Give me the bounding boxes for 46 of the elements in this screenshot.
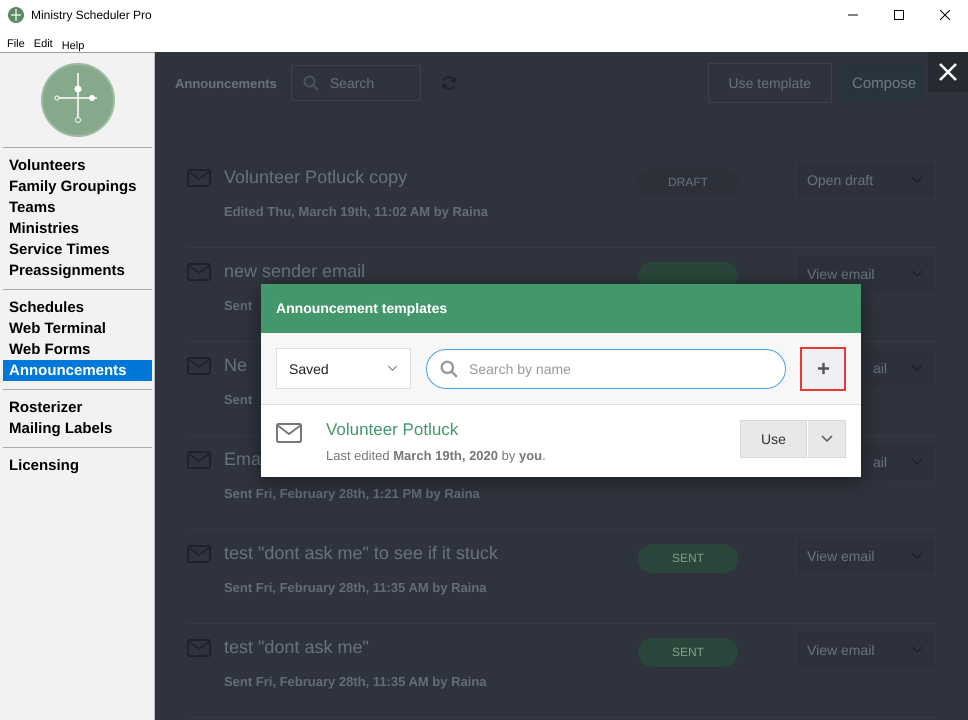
page-title: Announcements <box>175 76 277 90</box>
sidebar-item[interactable]: Rosterizer <box>3 397 152 418</box>
status-badge: SENT <box>638 638 738 667</box>
close-overlay-button[interactable] <box>928 52 968 92</box>
close-icon <box>938 62 958 82</box>
status-badge: SENT <box>638 544 738 573</box>
sidebar-item[interactable]: Licensing <box>3 455 152 476</box>
menu-item[interactable]: File <box>7 38 25 50</box>
sidebar-item[interactable]: Schedules <box>3 297 152 318</box>
add-template-button[interactable] <box>800 346 846 390</box>
sidebar-item[interactable]: Web Terminal <box>3 318 152 339</box>
announcement-meta: Sent Fri, February 28th, 11:35 AM by Raina <box>224 580 486 595</box>
window-title: Ministry Scheduler Pro <box>31 8 152 22</box>
announcement-meta: Sent <box>224 392 252 407</box>
announcement-meta: Sent Fri, February 28th, 11:35 AM by Raina <box>224 674 486 689</box>
search-icon <box>302 75 319 91</box>
maximize-icon[interactable] <box>894 10 904 20</box>
sidebar-item[interactable]: Announcements <box>3 360 152 381</box>
template-name[interactable]: Volunteer Potluck <box>326 420 740 440</box>
sidebar-item[interactable]: Web Forms <box>3 339 152 360</box>
announcement-meta: Sent Fri, February 28th, 1:21 PM by Raina <box>224 486 480 501</box>
sidebar-item[interactable]: Ministries <box>3 218 152 239</box>
sidebar-item[interactable]: Service Times <box>3 239 152 260</box>
chevron-icon <box>820 435 832 443</box>
dialog-title: Announcement templates <box>261 284 861 333</box>
filter-dropdown[interactable]: Saved <box>276 348 411 389</box>
sidebar-item[interactable]: Family Groupings <box>3 176 152 197</box>
sidebar-item[interactable]: Mailing Labels <box>3 418 152 439</box>
template-meta: Last edited March 19th, 2020 by you. <box>326 448 547 463</box>
app-logo-icon <box>8 7 24 23</box>
announcement-meta: Sent <box>224 298 252 313</box>
menu-item[interactable]: Edit <box>34 38 53 50</box>
close-icon[interactable] <box>940 10 950 20</box>
sidebar-item[interactable]: Volunteers <box>3 155 152 176</box>
search-icon <box>440 360 458 378</box>
sidebar-item[interactable]: Preassignments <box>3 260 152 281</box>
envelope-icon <box>276 423 302 443</box>
chevron-icon <box>387 365 398 372</box>
menu-item[interactable]: Help <box>62 40 84 52</box>
plus-icon <box>816 362 830 375</box>
use-button[interactable]: Use <box>740 420 807 458</box>
status-badge: DRAFT <box>638 168 738 197</box>
search-field[interactable]: Search <box>290 65 421 101</box>
sidebar-item[interactable]: Teams <box>3 197 152 218</box>
announcement-meta: Edited Thu, March 19th, 11:02 AM by Raina <box>224 204 488 219</box>
search-field[interactable]: Search by name <box>426 348 786 388</box>
